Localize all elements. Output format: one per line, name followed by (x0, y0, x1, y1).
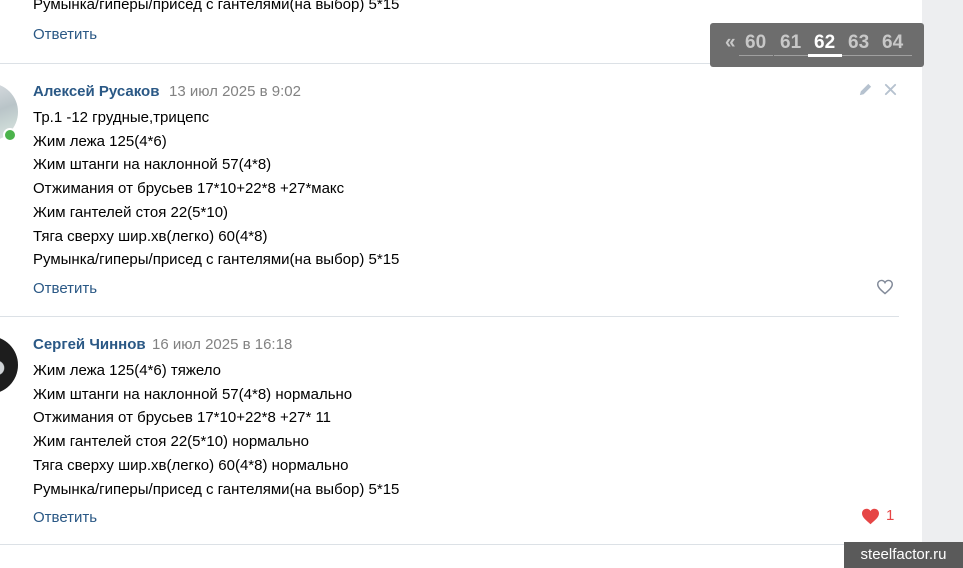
comment-text-line: Жим лежа 125(4*6) тяжело (33, 362, 222, 379)
comment-text-line: Румынка/гиперы/присед с гантелями(на выб… (33, 481, 400, 498)
page-underline (842, 55, 876, 56)
comment-text-line: Тяга сверху шир.хв(легко) 60(4*8) (33, 228, 268, 245)
online-indicator (3, 128, 17, 142)
page-background-right (922, 0, 963, 568)
comment-text-line: Жим штанги на наклонной 57(4*8) нормальн… (33, 386, 353, 403)
close-icon[interactable] (884, 83, 897, 96)
pencil-icon[interactable] (858, 82, 873, 97)
comment-text-line: Жим гантелей стоя 22(5*10) (33, 204, 229, 221)
reply-button[interactable]: Ответить (33, 26, 97, 43)
comment-author[interactable]: Сергей Чиннов (33, 336, 146, 353)
comment-text-line: Тр.1 -12 грудные,трицепс (33, 109, 210, 126)
comment-divider (0, 544, 922, 545)
heart-filled-icon[interactable] (861, 508, 880, 525)
page-underline (739, 55, 773, 56)
page-link-current[interactable]: 62 (814, 32, 835, 54)
comment-text-line: Тяга сверху шир.хв(легко) 60(4*8) нормал… (33, 457, 349, 474)
comment-text-line: Отжимания от брусьев 17*10+22*8 +27*макс (33, 180, 345, 197)
like-count: 1 (886, 507, 895, 524)
page-underline (876, 55, 912, 56)
page-link[interactable]: 64 (882, 32, 903, 54)
comment-text-line: Румынка/гиперы/присед с гантелями(на выб… (33, 251, 400, 268)
comment-author[interactable]: Алексей Русаков (33, 83, 159, 100)
comment-date[interactable]: 13 июл 2025 в 9:02 (169, 83, 301, 100)
avatar[interactable] (0, 336, 18, 394)
comment-text-line: Румынка/гиперы/присед с гантелями(на выб… (33, 0, 400, 13)
page-underline (774, 55, 808, 56)
comments-column: Румынка/гиперы/присед с гантелями(на выб… (0, 0, 922, 568)
page-underline-current (808, 54, 842, 57)
reply-button[interactable]: Ответить (33, 509, 97, 526)
comment-text-line: Отжимания от брусьев 17*10+22*8 +27* 11 (33, 409, 332, 426)
comment-text-line: Жим лежа 125(4*6) (33, 133, 167, 150)
heart-outline-icon[interactable] (876, 279, 894, 295)
comment-date[interactable]: 16 июл 2025 в 16:18 (152, 336, 292, 353)
comment-divider (0, 316, 899, 317)
pagination-prev[interactable]: « (725, 32, 736, 54)
site-watermark: steelfactor.ru (844, 542, 963, 568)
page-link[interactable]: 60 (745, 32, 766, 54)
comment-text-line: Жим гантелей стоя 22(5*10) нормально (33, 433, 310, 450)
page-link[interactable]: 61 (780, 32, 801, 54)
page-link[interactable]: 63 (848, 32, 869, 54)
pagination: « 60 61 62 63 64 (710, 23, 924, 67)
page: Румынка/гиперы/присед с гантелями(на выб… (0, 0, 963, 568)
comment-text-line: Жим штанги на наклонной 57(4*8) (33, 156, 272, 173)
reply-button[interactable]: Ответить (33, 280, 97, 297)
